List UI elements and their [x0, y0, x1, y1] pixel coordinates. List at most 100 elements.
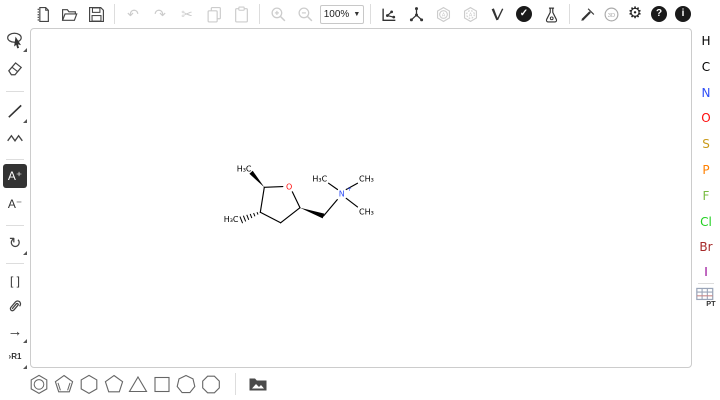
question-icon: ?: [651, 6, 667, 22]
brackets-icon: [ ]: [10, 275, 20, 287]
atom-label[interactable]: H₃C: [312, 175, 327, 184]
structure-tools-group: A A ✓: [377, 2, 563, 26]
element-button-c[interactable]: C: [694, 56, 718, 78]
template-cyclobutane-button[interactable]: [151, 373, 173, 395]
about-button[interactable]: i: [672, 2, 694, 26]
template-cyclopropane-button[interactable]: [127, 373, 149, 395]
reaction-arrow-button[interactable]: →: [3, 319, 27, 343]
calculated-values-button[interactable]: [539, 2, 563, 26]
atom-label[interactable]: H₃C: [224, 215, 239, 224]
element-button-br[interactable]: Br: [694, 236, 718, 258]
copy-button[interactable]: [202, 2, 226, 26]
atom-label-nitrogen[interactable]: N: [339, 190, 345, 199]
zoom-in-button[interactable]: [266, 2, 290, 26]
rgroup-button[interactable]: ›R1: [3, 345, 27, 369]
aromatize-icon: A: [435, 6, 452, 23]
element-button-i[interactable]: I: [694, 261, 718, 283]
paste-button[interactable]: [229, 2, 253, 26]
divider: [569, 4, 570, 24]
periodic-table-button[interactable]: PT: [695, 286, 717, 308]
charge-minus-button[interactable]: A⁻: [3, 192, 27, 216]
element-button-f[interactable]: F: [694, 185, 718, 207]
aromatize-button[interactable]: A: [431, 2, 455, 26]
info-icon: i: [675, 6, 691, 22]
template-cycloheptane-button[interactable]: [175, 373, 197, 395]
rotate-icon: ↻: [9, 236, 22, 251]
zoom-group: 100%▼: [266, 2, 364, 26]
zoom-level-select[interactable]: 100%▼: [320, 5, 364, 24]
pen-tool-button[interactable]: [576, 2, 598, 26]
open-button[interactable]: [57, 2, 81, 26]
stereo-wedge-icon: [489, 6, 506, 23]
cyclooctane-icon: [200, 373, 222, 395]
top-toolbar: ↶ ↷ ✂: [0, 0, 720, 28]
charge-plus-icon: A⁺: [8, 170, 22, 182]
svg-text:3D: 3D: [607, 12, 614, 18]
benzene-icon: [28, 373, 50, 395]
atom-label-oxygen[interactable]: O: [286, 182, 292, 191]
cyclopentadiene-icon: [53, 373, 75, 395]
lasso-select-button[interactable]: [3, 28, 27, 52]
template-library-icon: [248, 374, 268, 394]
element-button-cl[interactable]: Cl: [694, 211, 718, 233]
element-button-p[interactable]: P: [694, 159, 718, 181]
charge-plus-button[interactable]: A⁺: [3, 164, 27, 188]
zoom-out-button[interactable]: [293, 2, 317, 26]
single-bond-button[interactable]: [3, 99, 27, 123]
sgroup-brackets-button[interactable]: [ ]: [3, 269, 27, 293]
atom-label[interactable]: CH₃: [359, 207, 374, 216]
attachment-point-button[interactable]: [3, 295, 27, 319]
chain-icon: [6, 129, 24, 147]
svg-text:PT: PT: [706, 299, 716, 308]
template-cyclooctane-button[interactable]: [200, 373, 222, 395]
template-cyclopentadiene-button[interactable]: [53, 373, 75, 395]
lasso-select-icon: [6, 31, 24, 49]
layout-button[interactable]: [377, 2, 401, 26]
right-toolbar: H C N O S P F Cl Br I PT: [692, 28, 720, 368]
file-group: [30, 2, 108, 26]
clear-canvas-button[interactable]: [30, 2, 54, 26]
template-benzene-button[interactable]: [28, 373, 50, 395]
element-button-n[interactable]: N: [694, 82, 718, 104]
clipboard-paste-icon: [233, 6, 250, 23]
pen-slash-icon: [579, 6, 596, 23]
clean-up-icon: [408, 6, 425, 23]
element-button-h[interactable]: H: [694, 30, 718, 52]
dearomatize-button[interactable]: A: [458, 2, 482, 26]
cyclopentane-icon: [103, 373, 125, 395]
undo-button[interactable]: ↶: [121, 2, 145, 26]
settings-button[interactable]: ⚙: [624, 2, 646, 26]
atom-label[interactable]: CH₃: [359, 175, 374, 184]
erase-button[interactable]: [3, 56, 27, 80]
flask-icon: [543, 6, 560, 23]
paperclip-icon: [6, 298, 24, 316]
element-button-o[interactable]: O: [694, 107, 718, 129]
template-cyclohexane-button[interactable]: [78, 373, 100, 395]
help-button[interactable]: ?: [648, 2, 670, 26]
cyclohexane-icon: [78, 373, 100, 395]
drawing-canvas[interactable]: H₃C H₃C O H₃C CH₃ CH₃ N +: [30, 28, 692, 368]
periodic-table-icon: PT: [695, 286, 717, 308]
edit-group: ↶ ↷ ✂: [121, 2, 253, 26]
save-button[interactable]: [84, 2, 108, 26]
clean-up-button[interactable]: [404, 2, 428, 26]
gear-icon: ⚙: [628, 6, 642, 22]
scissors-icon: ✂: [181, 7, 193, 21]
element-button-s[interactable]: S: [694, 133, 718, 155]
template-cyclopentane-button[interactable]: [103, 373, 125, 395]
left-toolbar: A⁺ A⁻ ↻ [ ] → ›R1: [0, 28, 30, 368]
template-library-button[interactable]: [247, 373, 269, 395]
caret-down-icon: ▼: [353, 11, 360, 18]
redo-icon: ↷: [154, 7, 166, 21]
molecule-hash-bond[interactable]: [240, 210, 259, 223]
divider: [6, 159, 24, 160]
stereo-button[interactable]: [485, 2, 509, 26]
cut-button[interactable]: ✂: [175, 2, 199, 26]
svg-text:A: A: [441, 12, 445, 18]
check-structure-button[interactable]: ✓: [512, 2, 536, 26]
3d-viewer-button[interactable]: 3D: [600, 2, 622, 26]
chain-button[interactable]: [3, 126, 27, 150]
atom-label[interactable]: H₃C: [237, 165, 252, 174]
rotate-button[interactable]: ↻: [3, 231, 27, 255]
redo-button[interactable]: ↷: [148, 2, 172, 26]
